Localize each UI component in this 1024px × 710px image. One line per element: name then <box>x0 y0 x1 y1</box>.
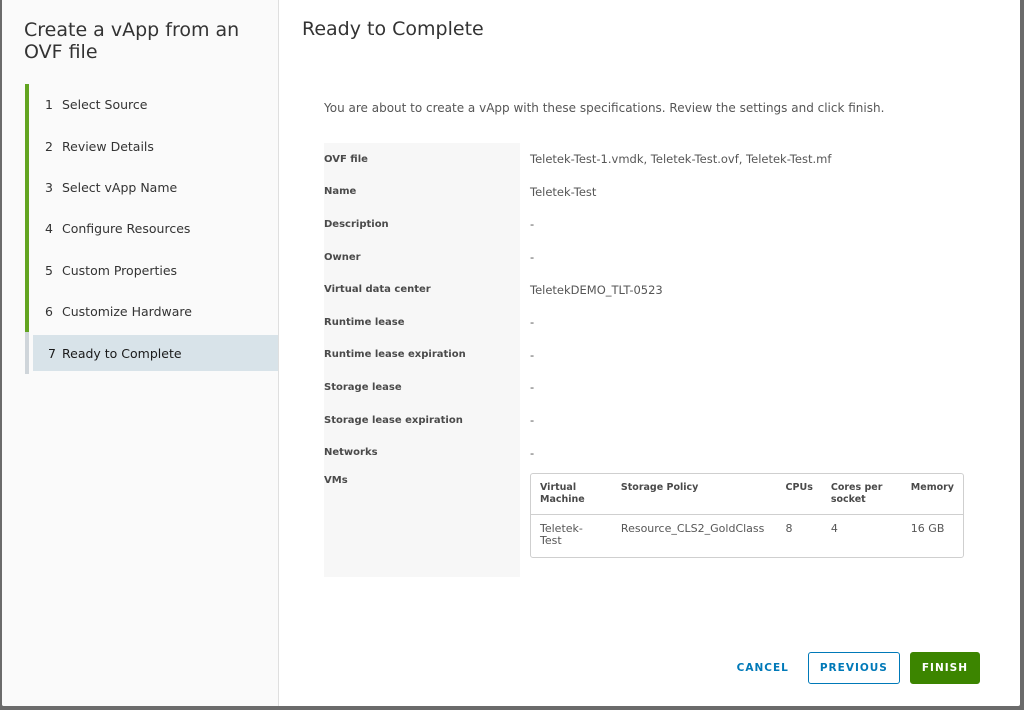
cell-cpus: 8 <box>785 521 793 535</box>
summary-value: TeletekDEMO_TLT-0523 <box>530 282 663 297</box>
step-number: 1 <box>45 97 53 113</box>
summary-row-storage-lease: Storage lease - <box>324 371 968 404</box>
summary-value: - <box>530 445 535 460</box>
summary-grid: OVF file Teletek-Test-1.vmdk, Teletek-Te… <box>324 143 968 577</box>
summary-value: - <box>530 347 535 362</box>
column-header-cores-per-socket: Cores per socket <box>821 474 902 515</box>
summary-label: Virtual data center <box>324 284 431 296</box>
summary-row-vms: VMs Virtual Machine Storage Policy CPUs … <box>324 469 968 558</box>
step-customize-hardware[interactable]: 6 Customize Hardware <box>25 290 278 333</box>
step-custom-properties[interactable]: 5 Custom Properties <box>25 249 278 292</box>
wizard-sidebar: Create a vApp from an OVF file 1 Select … <box>2 0 279 706</box>
step-review-details[interactable]: 2 Review Details <box>25 125 278 168</box>
step-number: 2 <box>45 138 53 154</box>
summary-row-ovf-file: OVF file Teletek-Test-1.vmdk, Teletek-Te… <box>324 143 968 176</box>
step-number: 3 <box>45 179 53 195</box>
summary-label: OVF file <box>324 153 368 165</box>
step-label: Select Source <box>62 97 148 113</box>
table-row: Teletek-Test Resource_CLS2_GoldClass 8 4… <box>531 515 963 557</box>
wizard-dialog: Create a vApp from an OVF file 1 Select … <box>2 0 1020 706</box>
page-title: Ready to Complete <box>302 18 484 40</box>
step-number: 4 <box>45 221 53 237</box>
summary-row-description: Description - <box>324 208 968 241</box>
summary-label: Runtime lease <box>324 316 405 328</box>
intro-text: You are about to create a vApp with thes… <box>324 101 885 115</box>
summary-value: Teletek-Test-1.vmdk, Teletek-Test.ovf, T… <box>530 152 832 167</box>
step-label: Customize Hardware <box>62 304 192 320</box>
wizard-content: Ready to Complete You are about to creat… <box>279 0 1020 706</box>
summary-label: Owner <box>324 251 361 263</box>
step-label: Review Details <box>62 138 154 154</box>
finish-button[interactable]: FINISH <box>909 652 980 684</box>
column-header-cpus: CPUs <box>776 474 822 515</box>
step-number: 7 <box>48 345 56 361</box>
summary-label: Runtime lease expiration <box>324 349 466 361</box>
column-header-storage-policy: Storage Policy <box>611 474 777 515</box>
summary-row-storage-lease-expiration: Storage lease expiration - <box>324 404 968 437</box>
step-configure-resources[interactable]: 4 Configure Resources <box>25 208 278 250</box>
step-label: Ready to Complete <box>62 345 182 361</box>
summary-value: - <box>530 250 535 265</box>
cell-cores-per-socket: 4 <box>830 521 838 535</box>
step-label: Custom Properties <box>62 262 178 278</box>
wizard-title: Create a vApp from an OVF file <box>24 19 240 63</box>
wizard-footer: CANCEL PREVIOUS FINISH <box>726 652 980 684</box>
summary-value: - <box>530 380 535 395</box>
summary-value: - <box>530 217 535 232</box>
summary-label: VMs <box>324 474 348 486</box>
summary-row-networks: Networks - <box>324 436 968 469</box>
summary-label: Networks <box>324 447 378 459</box>
step-number: 6 <box>45 304 53 320</box>
summary-value: Teletek-Test <box>530 184 597 199</box>
summary-label: Storage lease <box>324 381 402 393</box>
column-header-memory: Memory <box>901 474 963 515</box>
summary-row-name: Name Teletek-Test <box>324 176 968 209</box>
step-select-vapp-name[interactable]: 3 Select vApp Name <box>25 166 278 209</box>
summary-label: Name <box>324 186 357 198</box>
vms-table: Virtual Machine Storage Policy CPUs Core… <box>530 472 964 558</box>
step-label: Configure Resources <box>62 221 191 237</box>
previous-button[interactable]: PREVIOUS <box>807 652 900 684</box>
summary-row-owner: Owner - <box>324 241 968 274</box>
vms-table-header-row: Virtual Machine Storage Policy CPUs Core… <box>531 474 963 515</box>
cell-memory: 16 GB <box>910 521 945 535</box>
step-ready-to-complete[interactable]: 7 Ready to Complete <box>25 332 278 375</box>
step-number: 5 <box>45 262 53 278</box>
cell-storage-policy: Resource_CLS2_GoldClass <box>620 521 765 535</box>
summary-row-runtime-lease-expiration: Runtime lease expiration - <box>324 339 968 372</box>
summary-row-virtual-data-center: Virtual data center TeletekDEMO_TLT-0523 <box>324 273 968 306</box>
summary-row-runtime-lease: Runtime lease - <box>324 306 968 339</box>
column-header-virtual-machine: Virtual Machine <box>531 474 612 515</box>
summary-label: Description <box>324 218 389 230</box>
step-select-source[interactable]: 1 Select Source <box>25 84 278 126</box>
cell-virtual-machine: Teletek-Test <box>540 521 583 547</box>
cancel-button[interactable]: CANCEL <box>726 652 800 684</box>
summary-value: - <box>530 315 535 330</box>
wizard-steps: 1 Select Source 2 Review Details 3 Selec… <box>25 84 278 375</box>
summary-label: Storage lease expiration <box>324 414 463 426</box>
summary-value: - <box>530 413 535 428</box>
step-label: Select vApp Name <box>62 179 178 195</box>
vms-table-wrapper: Virtual Machine Storage Policy CPUs Core… <box>530 472 964 558</box>
